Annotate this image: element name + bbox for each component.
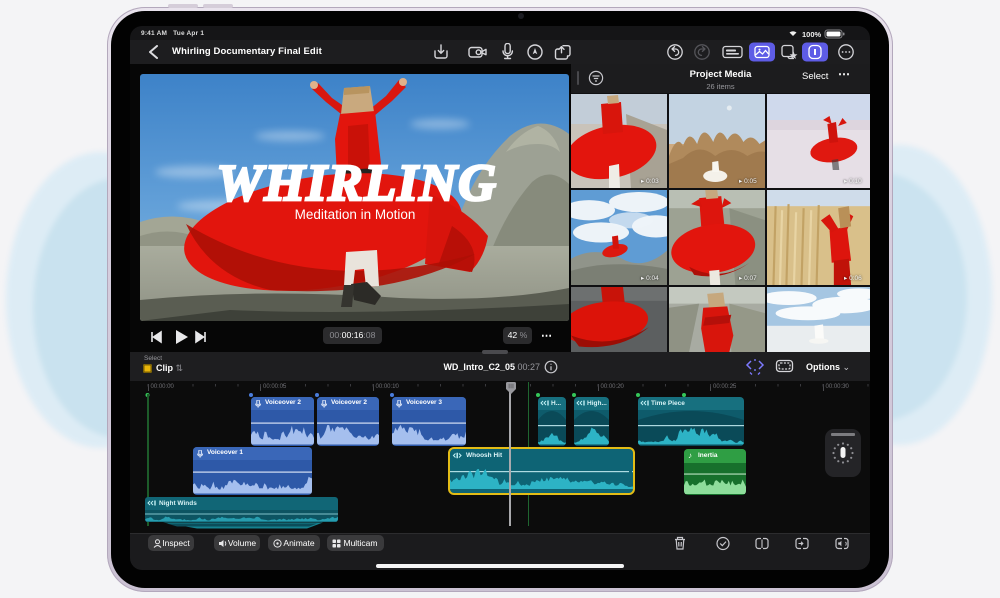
- svg-text:WHIRLING: WHIRLING: [217, 155, 498, 212]
- svg-text:Meditation in Motion: Meditation in Motion: [295, 207, 416, 222]
- svg-text:100%: 100%: [802, 30, 822, 39]
